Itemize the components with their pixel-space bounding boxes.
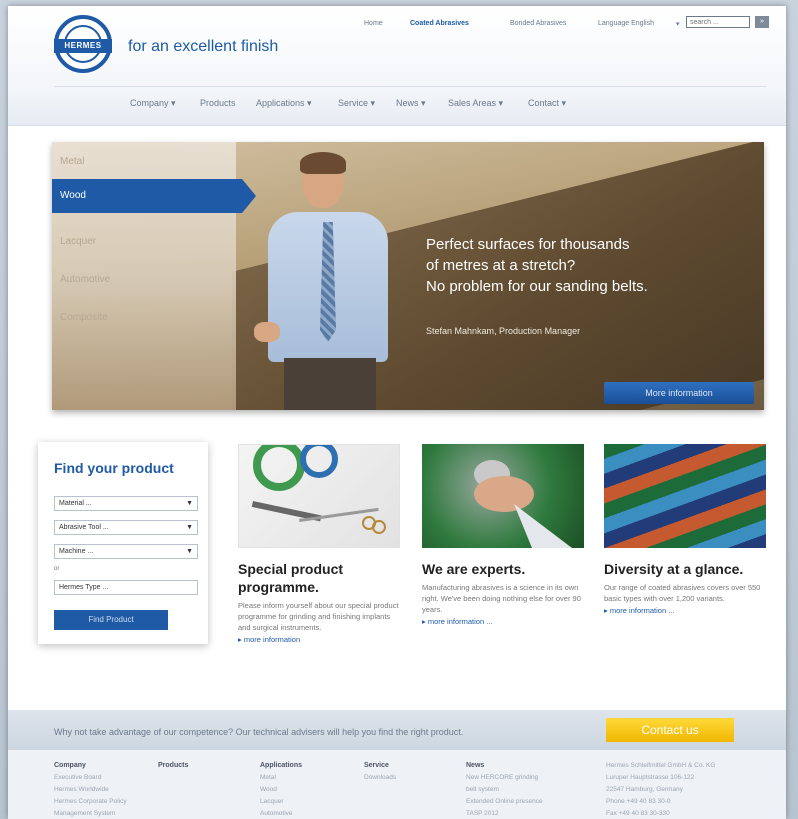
footer-products: Products	[158, 762, 189, 769]
feature-text: Manufacturing abrasives is a science in …	[422, 583, 581, 614]
production-manager-photo	[248, 152, 408, 410]
footer-service: Service Downloads	[364, 762, 397, 781]
more-information-link[interactable]: ▸ more information ...	[604, 606, 766, 615]
hero-headline: Perfect surfaces for thousands of metres…	[426, 236, 648, 295]
or-label: or	[54, 566, 60, 572]
abrasive-tool-select[interactable]: Abrasive Tool ... ▼	[54, 520, 198, 535]
search-button[interactable]: »	[755, 16, 769, 28]
experts-image[interactable]	[422, 444, 584, 548]
chevron-down-icon: ▼	[186, 548, 193, 555]
nav-applications[interactable]: Applications ▾	[256, 98, 312, 109]
hero-citation: Stefan Mahnkam, Production Manager	[426, 326, 581, 336]
contact-band: Why not take advantage of our competence…	[8, 710, 786, 750]
nav-company[interactable]: Company ▾	[130, 98, 176, 109]
feature-text: Please inform yourself about our special…	[238, 601, 399, 632]
footer-news: News New HERCORE grinding belt system Ex…	[466, 762, 543, 817]
nav-news[interactable]: News ▾	[396, 98, 426, 109]
feature-title: Special product programme.	[238, 561, 344, 595]
material-select[interactable]: Material ... ▼	[54, 496, 198, 511]
more-information-link[interactable]: ▸ more information ...	[422, 617, 584, 626]
hero-banner: Metal Wood Lacquer Automotive Composite …	[52, 142, 764, 410]
top-link-home[interactable]: Home	[364, 20, 383, 27]
chevron-down-icon: ▼	[186, 500, 193, 507]
category-automotive[interactable]: Automotive	[60, 274, 110, 285]
category-composite[interactable]: Composite	[60, 312, 108, 323]
footer-address: Hermes Schleifmittel GmbH & Co. KG Lurup…	[606, 762, 716, 817]
top-link-bonded-abrasives[interactable]: Bonded Abrasives	[510, 20, 566, 27]
contact-us-button[interactable]: Contact us	[606, 718, 734, 742]
logo-text: HERMES	[54, 39, 112, 53]
category-lacquer[interactable]: Lacquer	[60, 236, 96, 247]
more-information-button[interactable]: More information	[604, 382, 754, 404]
footer-company: Company Executive Board Hermes Worldwide…	[54, 762, 127, 817]
footer-applications: Applications Metal Wood Lacquer Automoti…	[260, 762, 303, 817]
header: HERMES for an excellent finish Home Coat…	[8, 6, 786, 126]
hermes-type-field[interactable]: Hermes Type ...	[54, 580, 198, 595]
feature-diversity: Diversity at a glance. Our range of coat…	[604, 444, 766, 615]
tagline: for an excellent finish	[128, 38, 279, 55]
feature-special-programme: Special product programme. Please inform…	[238, 444, 400, 644]
contact-band-text: Why not take advantage of our competence…	[54, 727, 464, 737]
feature-title: Diversity at a glance.	[604, 561, 744, 577]
page: HERMES for an excellent finish Home Coat…	[8, 6, 786, 819]
abrasives-range-image[interactable]	[604, 444, 766, 548]
product-finder: Find your product Material ... ▼ Abrasive…	[38, 442, 208, 644]
chevron-down-icon: ▼	[186, 524, 193, 531]
more-information-link[interactable]: ▸ more information	[238, 635, 400, 644]
nav-contact[interactable]: Contact ▾	[528, 98, 566, 109]
language-caret-icon[interactable]: ▾	[676, 20, 680, 28]
feature-text: Our range of coated abrasives covers ove…	[604, 583, 761, 603]
footer: Company Executive Board Hermes Worldwide…	[8, 750, 786, 819]
language-select[interactable]: Language English	[598, 20, 654, 27]
find-product-button[interactable]: Find Product	[54, 610, 168, 630]
search-input[interactable]	[686, 16, 750, 28]
surgical-tools-image[interactable]	[238, 444, 400, 548]
category-metal[interactable]: Metal	[60, 156, 84, 167]
hermes-logo[interactable]: HERMES	[54, 15, 112, 73]
nav-products[interactable]: Products	[200, 98, 236, 108]
header-divider	[54, 86, 766, 87]
machine-select[interactable]: Machine ... ▼	[54, 544, 198, 559]
top-link-coated-abrasives[interactable]: Coated Abrasives	[410, 20, 469, 27]
finder-title: Find your product	[54, 460, 174, 476]
category-wood[interactable]: Wood	[52, 179, 242, 213]
nav-sales-areas[interactable]: Sales Areas ▾	[448, 98, 503, 109]
feature-title: We are experts.	[422, 561, 526, 577]
nav-service[interactable]: Service ▾	[338, 98, 375, 109]
feature-experts: We are experts. Manufacturing abrasives …	[422, 444, 584, 626]
